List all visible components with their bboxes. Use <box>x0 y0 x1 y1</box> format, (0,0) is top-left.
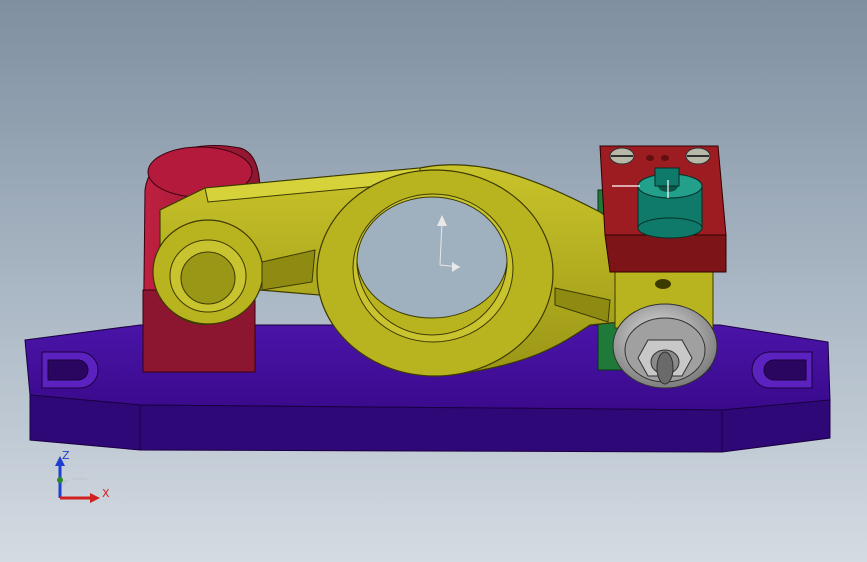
nut-assembly[interactable] <box>612 303 718 389</box>
triad-axes <box>55 456 100 503</box>
x-axis-label: X <box>102 487 110 500</box>
z-axis-label: Z <box>62 449 70 462</box>
model-view[interactable] <box>0 0 867 562</box>
graphics-viewport[interactable]: Z X <box>0 0 867 562</box>
view-triad: Z X <box>40 440 130 510</box>
x-axis-arrow <box>90 493 100 503</box>
y-axis-indicator <box>57 477 63 483</box>
